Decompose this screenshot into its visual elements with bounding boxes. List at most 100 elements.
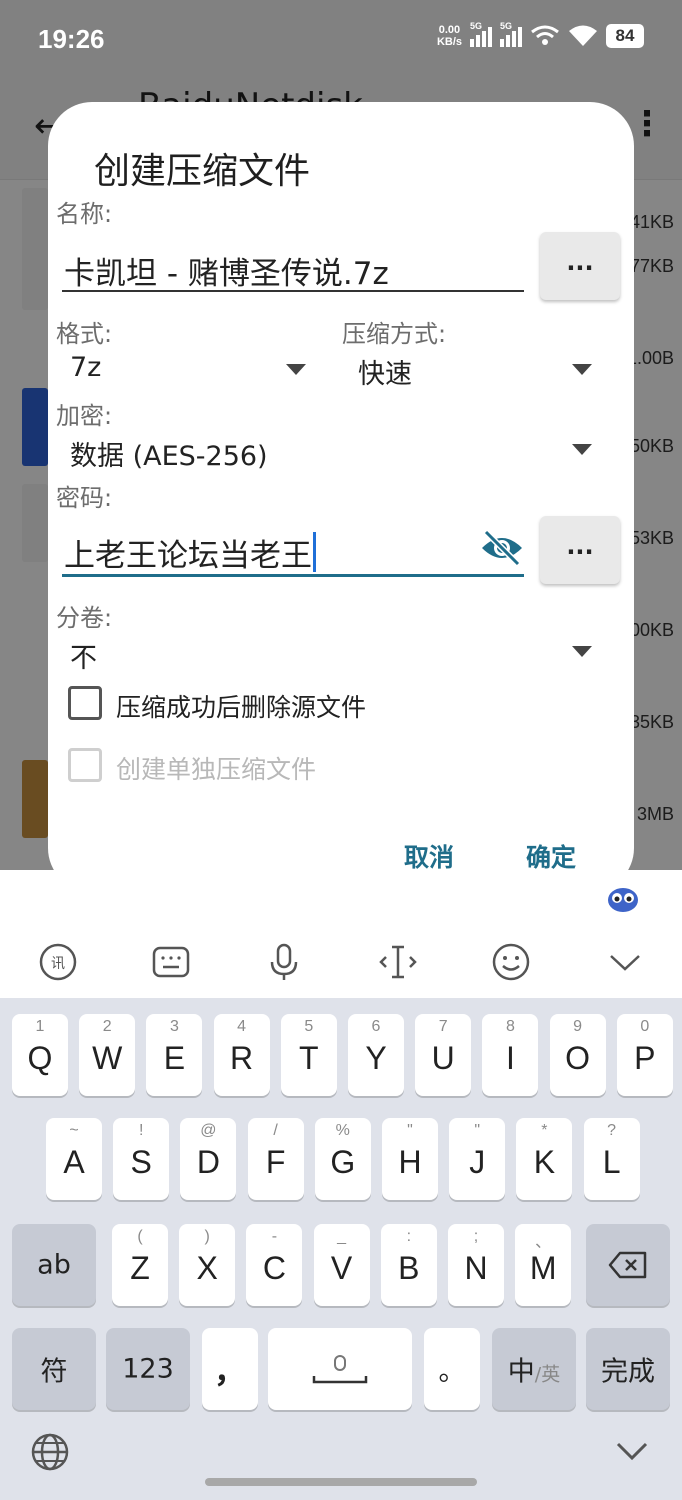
key-a[interactable]: ~ A	[46, 1118, 102, 1200]
key-z[interactable]: (Z	[112, 1224, 168, 1306]
password-input-underline	[62, 574, 524, 577]
key-hint: 2	[102, 1018, 112, 1035]
key-x[interactable]: ) X	[179, 1224, 236, 1306]
compression-method-select[interactable]: 快速	[358, 352, 412, 391]
key-n[interactable]: ; N	[448, 1224, 504, 1306]
key-hint: 6	[371, 1018, 381, 1035]
hide-password-icon[interactable]	[480, 528, 524, 568]
name-browse-button[interactable]: ...	[540, 232, 620, 300]
cancel-button[interactable]: 取消	[404, 838, 454, 874]
handwriting-icon[interactable]: 讯	[38, 942, 78, 982]
ab-key[interactable]: ab	[12, 1224, 96, 1306]
backspace-icon	[608, 1251, 647, 1279]
comma-key[interactable]: ，	[202, 1328, 258, 1410]
cursor-move-icon[interactable]	[378, 942, 418, 982]
key-s[interactable]: ! S	[113, 1118, 170, 1200]
separate-archive-checkbox[interactable]	[68, 748, 102, 782]
split-dropdown-icon[interactable]	[572, 646, 592, 657]
key-h[interactable]: " H	[382, 1118, 438, 1200]
text-cursor	[313, 532, 316, 572]
key-hint: "	[474, 1122, 481, 1139]
key-letter: A	[63, 1144, 85, 1180]
key-q[interactable]: 1Q	[12, 1014, 68, 1096]
cellular-signal-icon: 5G	[500, 21, 522, 47]
key-letter: J	[469, 1144, 486, 1180]
key-hint: )	[204, 1228, 210, 1245]
password-input[interactable]: 上老王论坛当老王	[64, 530, 316, 575]
key-hint: *	[541, 1122, 548, 1139]
separate-archive-label: 创建单独压缩文件	[116, 755, 317, 784]
period-key[interactable]: 。	[424, 1328, 480, 1410]
password-browse-button[interactable]: ...	[540, 516, 620, 584]
key-d[interactable]: @ D	[180, 1118, 237, 1200]
key-hint: ?	[607, 1122, 617, 1139]
space-key[interactable]	[268, 1328, 412, 1410]
key-letter: L	[602, 1144, 621, 1180]
ok-button[interactable]: 确定	[526, 838, 576, 874]
key-letter: U	[431, 1040, 455, 1076]
cellular-signal-icon: 5G	[470, 21, 492, 47]
split-label: 分卷:	[56, 604, 113, 632]
key-y[interactable]: 6Y	[348, 1014, 404, 1096]
key-g[interactable]: % G	[314, 1118, 371, 1200]
key-letter: Q	[27, 1040, 53, 1076]
archive-name-input[interactable]: 卡凯坦 - 赌博圣传说.7z	[64, 248, 389, 293]
key-letter: B	[398, 1250, 420, 1286]
key-c[interactable]: -C	[246, 1224, 303, 1306]
key-hint: %	[335, 1122, 350, 1139]
encryption-dropdown-icon[interactable]	[572, 444, 592, 455]
key-i[interactable]: 8I	[482, 1014, 539, 1096]
svg-text:讯: 讯	[51, 956, 65, 972]
split-volume-select[interactable]: 不	[70, 636, 97, 675]
key-w[interactable]: 2W	[79, 1014, 136, 1096]
name-input-underline	[62, 290, 524, 292]
dialog-title: 创建压缩文件	[94, 151, 311, 192]
language-switch-key[interactable]: 中/英	[492, 1328, 576, 1410]
key-hint: :	[406, 1228, 412, 1245]
home-indicator[interactable]	[205, 1478, 477, 1486]
emoji-icon[interactable]	[491, 942, 531, 982]
key-k[interactable]: * K	[516, 1118, 573, 1200]
globe-icon[interactable]	[30, 1432, 70, 1472]
key-t[interactable]: 5T	[280, 1014, 337, 1096]
collapse-keyboard-icon[interactable]	[614, 1438, 650, 1464]
key-j[interactable]: " J	[449, 1118, 506, 1200]
key-m[interactable]: 、 M	[515, 1224, 572, 1306]
key-r[interactable]: 4R	[213, 1014, 270, 1096]
key-o[interactable]: 9O	[549, 1014, 606, 1096]
keyboard-layout-icon[interactable]	[151, 942, 191, 982]
delete-source-checkbox[interactable]	[68, 686, 102, 720]
key-p[interactable]: 0P	[616, 1014, 673, 1096]
encryption-select[interactable]: 数据 (AES-256)	[70, 434, 268, 473]
key-f[interactable]: / F	[247, 1118, 304, 1200]
key-letter: C	[262, 1250, 286, 1286]
format-select[interactable]: 7z	[70, 352, 101, 383]
key-b[interactable]: :B	[380, 1224, 437, 1306]
key-hint: 7	[438, 1018, 448, 1035]
key-hint: !	[138, 1122, 144, 1139]
key-v[interactable]: _ V	[313, 1224, 370, 1306]
method-dropdown-icon[interactable]	[572, 364, 592, 375]
numbers-key[interactable]: 123	[106, 1328, 190, 1410]
key-u[interactable]: 7U	[415, 1014, 472, 1096]
key-letter: X	[196, 1250, 218, 1286]
key-hint: -	[271, 1228, 278, 1245]
done-key[interactable]: 完成	[586, 1328, 670, 1410]
microphone-icon[interactable]	[264, 942, 304, 982]
hide-keyboard-chevron-icon[interactable]	[605, 942, 645, 982]
key-letter: W	[92, 1040, 123, 1076]
create-archive-dialog: 创建压缩文件 名称: 卡凯坦 - 赌博圣传说.7z ... 格式: 压缩方式: …	[48, 102, 634, 892]
password-label: 密码:	[56, 484, 113, 512]
symbols-key[interactable]: 符	[12, 1328, 96, 1410]
ime-mascot-icon[interactable]	[606, 884, 640, 914]
compression-method-label: 压缩方式:	[342, 320, 447, 348]
key-hint: 1	[35, 1018, 45, 1035]
key-e[interactable]: 3E	[146, 1014, 203, 1096]
numbers-key-label: 123	[122, 1353, 174, 1385]
key-letter: I	[505, 1040, 515, 1076]
key-l[interactable]: ? L	[583, 1118, 640, 1200]
backspace-key[interactable]	[586, 1224, 670, 1306]
battery-icon: 84	[606, 24, 644, 48]
format-dropdown-icon[interactable]	[286, 364, 306, 375]
delete-source-label[interactable]: 压缩成功后删除源文件	[116, 688, 366, 724]
